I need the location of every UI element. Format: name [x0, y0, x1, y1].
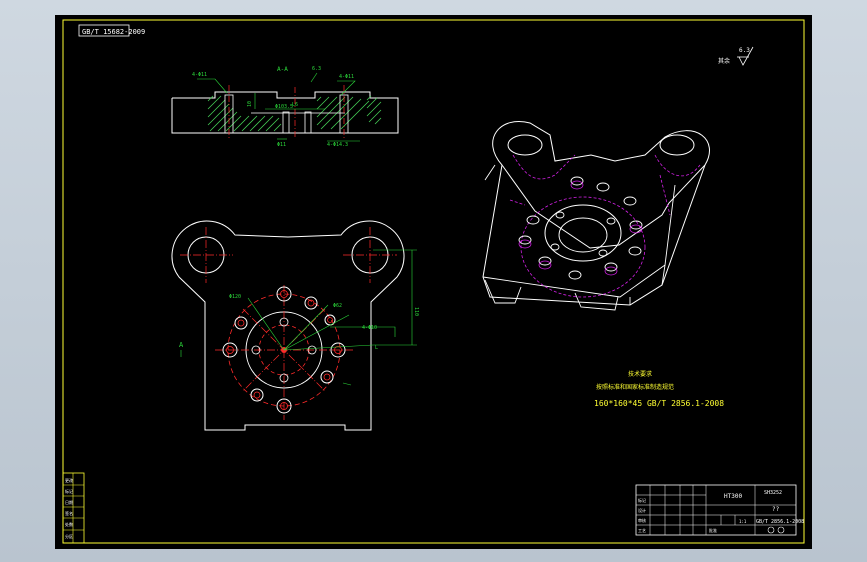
- title-scale: 1:1: [739, 519, 747, 524]
- roughness-symbol: 6.3 其余: [718, 46, 754, 66]
- revision-cell-3: 签名: [65, 510, 73, 516]
- isometric-view: [482, 121, 710, 311]
- revision-cell-0: 更改: [65, 477, 73, 483]
- title-row-4: 批准: [709, 527, 717, 533]
- notes-line2: 160*160*45 GB/T 2856.1-2008: [594, 399, 724, 408]
- iso-holes: [518, 176, 643, 280]
- roughness-prefix: 其余: [718, 57, 730, 65]
- title-standard: GB/T 2856.1-2008: [756, 519, 804, 525]
- revision-cell-5: 分区: [65, 533, 73, 539]
- revision-cell-2: 日期: [65, 499, 73, 505]
- dim-top-hole-right: 4-Φ11: [339, 74, 354, 80]
- dim-plan-l: L: [375, 345, 378, 351]
- iso-ear-hole-left: [507, 134, 543, 156]
- notes-title: 技术要求: [628, 370, 652, 378]
- dim-plan-d120: Φ120: [229, 294, 241, 300]
- title-row-0: 标记: [638, 497, 646, 503]
- dim-top-hole-left: 4-Φ11: [192, 72, 207, 78]
- plan-centerlines: [180, 227, 397, 420]
- iso-edges: [482, 164, 676, 305]
- drawing-number-mirrored: GB/T 15682-2009: [82, 28, 145, 36]
- projection-symbol-2: [777, 526, 785, 534]
- drawing-sheet[interactable]: GB/T 15682-2009 A-A 4-Φ11 4-Φ11 Φ103.5 L…: [55, 15, 812, 549]
- section-holes: [224, 94, 349, 134]
- dim-top-l6: L6: [292, 102, 298, 108]
- iso-ear-hole-right: [659, 134, 695, 156]
- dim-top-roughness: 6.3: [312, 66, 321, 72]
- revision-cell-4: 处数: [65, 521, 73, 527]
- iso-top-face: [492, 121, 710, 249]
- section-view: A-A 4-Φ11 4-Φ11 Φ103.5 L6 10 Φ11 4-Φ14.3…: [171, 66, 399, 148]
- title-part-name: ??: [772, 506, 780, 513]
- projection-symbol: [767, 526, 775, 534]
- notes-line1: 按照标准和国家标准制造规范: [596, 383, 674, 391]
- dim-top-small: Φ11: [277, 142, 286, 148]
- title-block: HT300 SH3252 ?? 1:1 GB/T 2856.1-2008 标记 …: [635, 484, 804, 536]
- plan-view: Φ120 Φ62 4-Φ10 110 L A: [171, 220, 419, 431]
- view-marker: A: [179, 341, 184, 349]
- dim-plan-d62: Φ62: [333, 303, 342, 309]
- title-row-3: 工艺: [638, 528, 646, 533]
- title-row-1: 设计: [638, 507, 646, 513]
- revision-cell-1: 标记: [65, 488, 73, 494]
- roughness-value: 6.3: [739, 47, 750, 54]
- cad-viewport[interactable]: GB/T 15682-2009 A-A 4-Φ11 4-Φ11 Φ103.5 L…: [0, 0, 867, 562]
- technical-notes: 技术要求 按照标准和国家标准制造规范 160*160*45 GB/T 2856.…: [594, 370, 724, 408]
- drawing-canvas: GB/T 15682-2009 A-A 4-Φ11 4-Φ11 Φ103.5 L…: [62, 19, 805, 544]
- iso-bore: [558, 217, 608, 253]
- dim-top-height: 10: [247, 101, 253, 107]
- title-row-2: 审核: [638, 517, 646, 523]
- section-label: A-A: [277, 66, 288, 73]
- dim-top-diameter: Φ103.5: [275, 104, 293, 110]
- title-material: HT300: [724, 493, 742, 500]
- plan-dimensions: [247, 249, 417, 386]
- section-outline: [171, 91, 399, 134]
- revision-block: 更改 标记 日期 签名 处数 分区: [62, 472, 85, 544]
- iso-bottom-slots: [484, 279, 619, 311]
- iso-side-faces: [482, 164, 706, 306]
- dim-plan-holes: 4-Φ10: [362, 325, 377, 331]
- title-drawing-no: SH3252: [764, 490, 782, 496]
- iso-hidden-lines: [509, 154, 701, 298]
- dim-plan-height: 110: [413, 307, 419, 316]
- dim-top-right-bottom: 4-Φ14.3: [327, 142, 348, 148]
